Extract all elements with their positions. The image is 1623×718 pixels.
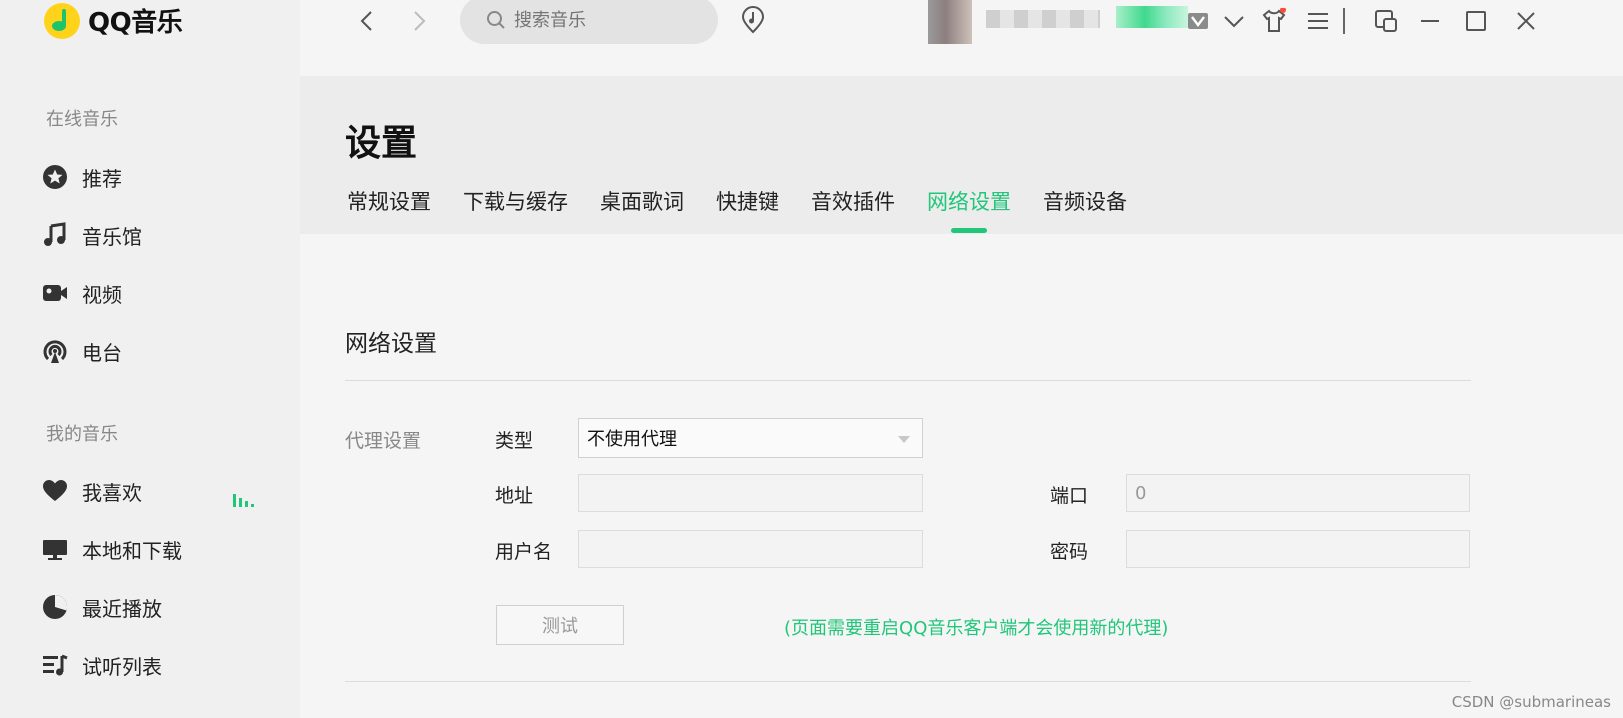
tab-download-cache[interactable]: 下载与缓存 (463, 186, 568, 226)
close-button[interactable] (1510, 6, 1542, 36)
divider (345, 681, 1471, 682)
sidebar-item-recommend[interactable]: 推荐 (42, 161, 122, 193)
music-note-icon (42, 222, 68, 248)
monitor-icon (42, 536, 68, 562)
radio-icon (42, 338, 68, 364)
port-input[interactable] (1126, 474, 1470, 512)
star-icon (42, 164, 68, 190)
sidebar-item-label: 视频 (82, 282, 122, 307)
password-label: 密码 (1050, 541, 1089, 563)
listen-recognize-button[interactable] (740, 6, 766, 38)
username-input[interactable] (578, 530, 923, 568)
address-label: 地址 (495, 485, 534, 507)
tab-general[interactable]: 常规设置 (347, 186, 431, 226)
proxy-type-select[interactable]: 不使用代理 (578, 418, 923, 458)
test-button[interactable]: 测试 (496, 605, 624, 645)
sidebar-item-label: 最近播放 (82, 596, 162, 621)
app-name: QQ音乐 (88, 8, 183, 38)
app-logo[interactable]: QQ音乐 (44, 2, 183, 39)
address-input[interactable] (578, 474, 923, 512)
sidebar-item-label: 本地和下载 (82, 538, 182, 563)
main-menu-button[interactable] (1302, 6, 1334, 36)
music-recognize-icon (741, 6, 765, 34)
chevron-left-icon (360, 11, 372, 31)
sidebar-item-label: 推荐 (82, 166, 122, 191)
back-button[interactable] (352, 6, 382, 36)
minimize-icon (1421, 20, 1439, 22)
port-label: 端口 (1050, 485, 1089, 507)
tab-desktop-lyrics[interactable]: 桌面歌词 (600, 186, 684, 226)
tshirt-icon (1262, 8, 1286, 32)
skin-button[interactable] (1258, 6, 1290, 36)
sidebar: QQ音乐 在线音乐 推荐 音乐馆 视频 电台 我的音乐 我喜欢 本地和下载 最近… (0, 0, 300, 718)
divider (345, 380, 1471, 381)
sidebar-item-label: 我喜欢 (82, 480, 142, 505)
section-title-online: 在线音乐 (46, 109, 118, 130)
search-box[interactable] (460, 0, 718, 44)
proxy-type-label: 类型 (495, 430, 534, 452)
sidebar-item-recent[interactable]: 最近播放 (42, 591, 162, 623)
vip-icon[interactable] (1182, 6, 1214, 36)
tab-audio-plugins[interactable]: 音效插件 (811, 186, 895, 226)
watermark: CSDN @submarineas (1451, 693, 1611, 711)
tab-network[interactable]: 网络设置 (927, 186, 1011, 226)
vip-badge-blurred[interactable] (1116, 6, 1188, 28)
top-bar (300, 0, 1623, 76)
sidebar-item-label: 音乐馆 (82, 224, 142, 249)
sidebar-item-music-hall[interactable]: 音乐馆 (42, 219, 142, 251)
minimize-button[interactable] (1414, 6, 1446, 36)
clock-icon (42, 594, 68, 620)
user-name-blurred[interactable] (986, 10, 1100, 28)
section-title-my-music: 我的音乐 (46, 424, 118, 445)
playlist-icon (42, 652, 68, 678)
chevron-down-icon (1224, 16, 1244, 28)
caret-down-icon (898, 436, 910, 443)
sidebar-item-local-download[interactable]: 本地和下载 (42, 533, 182, 565)
forward-button[interactable] (404, 6, 434, 36)
restart-hint: (页面需要重启QQ音乐客户端才会使用新的代理) (784, 618, 1169, 639)
search-icon (487, 11, 505, 29)
chevron-right-icon (414, 11, 426, 31)
qq-music-logo-icon (44, 2, 80, 39)
sidebar-item-radio[interactable]: 电台 (42, 335, 122, 367)
settings-tabs: 常规设置 下载与缓存 桌面歌词 快捷键 音效插件 网络设置 音频设备 (347, 186, 1159, 226)
sidebar-item-favorites[interactable]: 我喜欢 (42, 475, 142, 507)
sidebar-item-label: 试听列表 (82, 654, 162, 679)
now-playing-equalizer-icon (233, 493, 254, 507)
mini-mode-button[interactable] (1370, 6, 1402, 36)
user-avatar[interactable] (928, 0, 972, 44)
tab-shortcuts[interactable]: 快捷键 (716, 186, 779, 226)
section-title-network: 网络设置 (345, 331, 437, 357)
dropdown-button[interactable] (1218, 6, 1250, 36)
proxy-type-value: 不使用代理 (587, 429, 677, 450)
sidebar-item-video[interactable]: 视频 (42, 277, 122, 309)
password-input[interactable] (1126, 530, 1470, 568)
tab-audio-device[interactable]: 音频设备 (1043, 186, 1127, 226)
toolbar-divider (1338, 6, 1350, 36)
proxy-settings-label: 代理设置 (345, 430, 422, 452)
maximize-icon (1466, 11, 1486, 31)
sidebar-item-label: 电台 (82, 340, 122, 365)
page-title: 设置 (345, 123, 418, 164)
menu-icon (1308, 13, 1328, 29)
sidebar-item-trial-list[interactable]: 试听列表 (42, 649, 162, 681)
heart-icon (42, 478, 68, 504)
username-label: 用户名 (495, 541, 553, 563)
mini-mode-icon (1375, 10, 1397, 32)
close-icon (1517, 12, 1535, 30)
search-input[interactable] (514, 9, 694, 31)
video-icon (42, 280, 68, 306)
maximize-button[interactable] (1460, 6, 1492, 36)
